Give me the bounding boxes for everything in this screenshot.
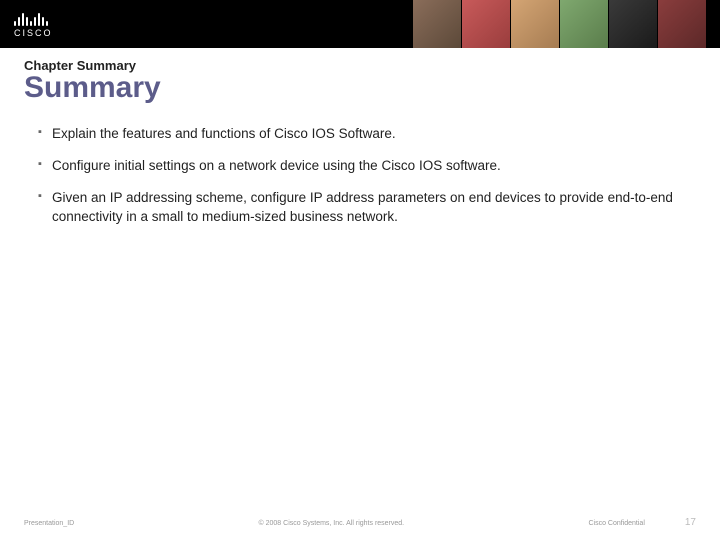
footer-presentation-id: Presentation_ID xyxy=(24,520,74,527)
footer-copyright: © 2008 Cisco Systems, Inc. All rights re… xyxy=(74,520,588,527)
header-photo-strip xyxy=(413,0,706,48)
slide-title: Summary xyxy=(24,73,696,103)
slide-content: Chapter Summary Summary Explain the feat… xyxy=(0,48,720,226)
footer-page-number: 17 xyxy=(685,517,696,528)
bullet-item: Explain the features and functions of Ci… xyxy=(38,125,696,143)
header-photo xyxy=(511,0,559,48)
bullet-list: Explain the features and functions of Ci… xyxy=(24,125,696,226)
bullet-item: Given an IP addressing scheme, configure… xyxy=(38,189,696,225)
footer-confidential: Cisco Confidential xyxy=(588,520,644,527)
cisco-logo-icon xyxy=(14,10,48,26)
header-photo xyxy=(609,0,657,48)
header-photo xyxy=(658,0,706,48)
header-bar: CISCO xyxy=(0,0,720,48)
slide-footer: Presentation_ID © 2008 Cisco Systems, In… xyxy=(0,517,720,528)
header-photo xyxy=(462,0,510,48)
cisco-logo: CISCO xyxy=(14,10,53,38)
bullet-item: Configure initial settings on a network … xyxy=(38,157,696,175)
header-photo xyxy=(413,0,461,48)
cisco-logo-text: CISCO xyxy=(14,28,53,38)
header-photo xyxy=(560,0,608,48)
